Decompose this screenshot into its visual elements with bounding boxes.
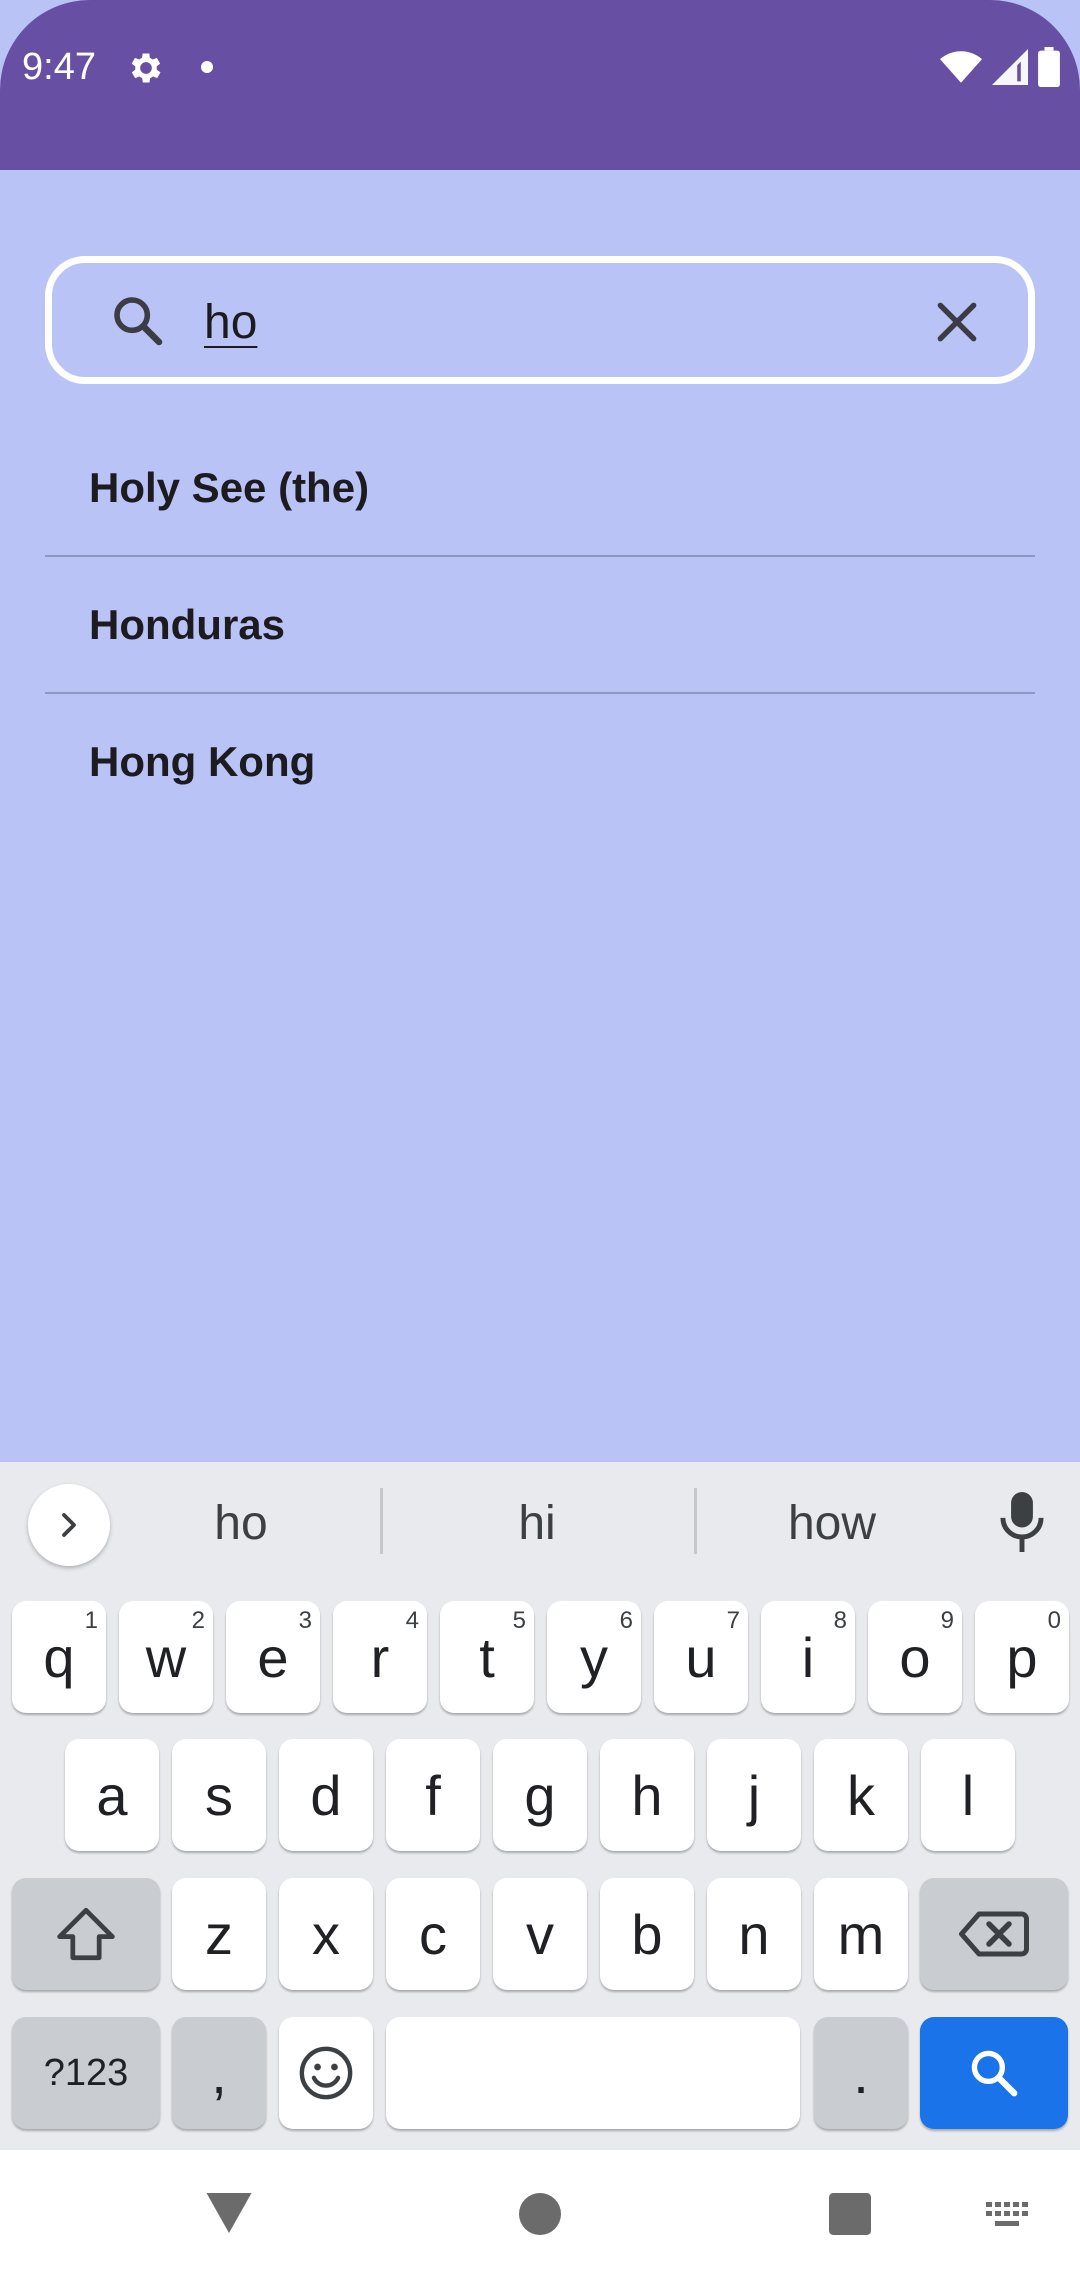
key-x[interactable]: x <box>279 1878 373 1990</box>
search-icon <box>971 2050 1018 2097</box>
soft-keyboard: ho hi how q1 w2 e3 r4 t5 y6 u7 i8 o9 p0 … <box>0 1462 1080 2150</box>
chevron-right-icon <box>62 1513 76 1537</box>
expand-toolbar-button[interactable] <box>28 1484 110 1566</box>
key-b[interactable]: b <box>600 1878 694 1990</box>
suggestion-strip: ho hi how <box>0 1462 1080 1586</box>
main-content: ho Holy See (the) Honduras Hong Kong <box>0 170 1080 1462</box>
key-y[interactable]: y6 <box>547 1601 641 1713</box>
key-g[interactable]: g <box>493 1739 587 1851</box>
list-item[interactable]: Honduras <box>45 557 1035 692</box>
search-input[interactable]: ho <box>204 295 257 350</box>
microphone-icon[interactable] <box>998 1492 1046 1552</box>
key-t[interactable]: t5 <box>440 1601 534 1713</box>
notification-dot-icon <box>201 61 213 73</box>
search-icon <box>114 297 163 346</box>
emoji-icon <box>299 2046 353 2100</box>
key-f[interactable]: f <box>386 1739 480 1851</box>
key-s[interactable]: s <box>172 1739 266 1851</box>
shift-key[interactable] <box>12 1878 160 1990</box>
key-q[interactable]: q1 <box>12 1601 106 1713</box>
settings-gear-icon <box>131 53 161 83</box>
home-icon[interactable] <box>519 2193 561 2235</box>
shift-icon <box>57 1907 115 1961</box>
key-o[interactable]: o9 <box>868 1601 962 1713</box>
search-action-key[interactable] <box>920 2017 1068 2129</box>
backspace-key[interactable] <box>920 1878 1068 1990</box>
search-bar[interactable]: ho <box>45 256 1035 384</box>
key-h[interactable]: h <box>600 1739 694 1851</box>
backspace-icon <box>959 1911 1029 1957</box>
clear-icon[interactable] <box>932 297 982 347</box>
suggestion-divider <box>380 1488 383 1554</box>
key-k[interactable]: k <box>814 1739 908 1851</box>
status-bar: 9:47 <box>0 0 1080 170</box>
suggestion-1[interactable]: ho <box>111 1496 371 1551</box>
key-z[interactable]: z <box>172 1878 266 1990</box>
space-key[interactable] <box>386 2017 800 2129</box>
suggestion-2[interactable]: hi <box>407 1496 667 1551</box>
list-item[interactable]: Holy See (the) <box>45 420 1035 555</box>
key-a[interactable]: a <box>65 1739 159 1851</box>
wifi-icon <box>940 51 982 83</box>
recents-icon[interactable] <box>829 2193 871 2235</box>
emoji-key[interactable] <box>279 2017 373 2129</box>
key-n[interactable]: n <box>707 1878 801 1990</box>
suggestion-3[interactable]: how <box>702 1496 962 1551</box>
key-i[interactable]: i8 <box>761 1601 855 1713</box>
status-icons <box>940 46 1060 88</box>
list-item[interactable]: Hong Kong <box>45 694 1035 829</box>
navigation-bar <box>0 2150 1080 2280</box>
keyboard-switch-icon[interactable] <box>986 2202 1030 2230</box>
key-l[interactable]: l <box>921 1739 1015 1851</box>
key-c[interactable]: c <box>386 1878 480 1990</box>
key-j[interactable]: j <box>707 1739 801 1851</box>
back-icon[interactable] <box>204 2190 254 2236</box>
key-v[interactable]: v <box>493 1878 587 1990</box>
key-u[interactable]: u7 <box>654 1601 748 1713</box>
symbols-key[interactable]: ?123 <box>12 2017 160 2129</box>
key-e[interactable]: e3 <box>226 1601 320 1713</box>
comma-key[interactable]: , <box>172 2017 266 2129</box>
status-time: 9:47 <box>22 46 96 88</box>
cell-signal-icon <box>992 49 1028 85</box>
key-d[interactable]: d <box>279 1739 373 1851</box>
key-m[interactable]: m <box>814 1878 908 1990</box>
battery-icon <box>1038 47 1060 87</box>
period-key[interactable]: . <box>814 2017 908 2129</box>
key-r[interactable]: r4 <box>333 1601 427 1713</box>
key-p[interactable]: p0 <box>975 1601 1069 1713</box>
suggestion-divider <box>694 1488 697 1554</box>
results-list: Holy See (the) Honduras Hong Kong <box>45 420 1035 829</box>
key-w[interactable]: w2 <box>119 1601 213 1713</box>
